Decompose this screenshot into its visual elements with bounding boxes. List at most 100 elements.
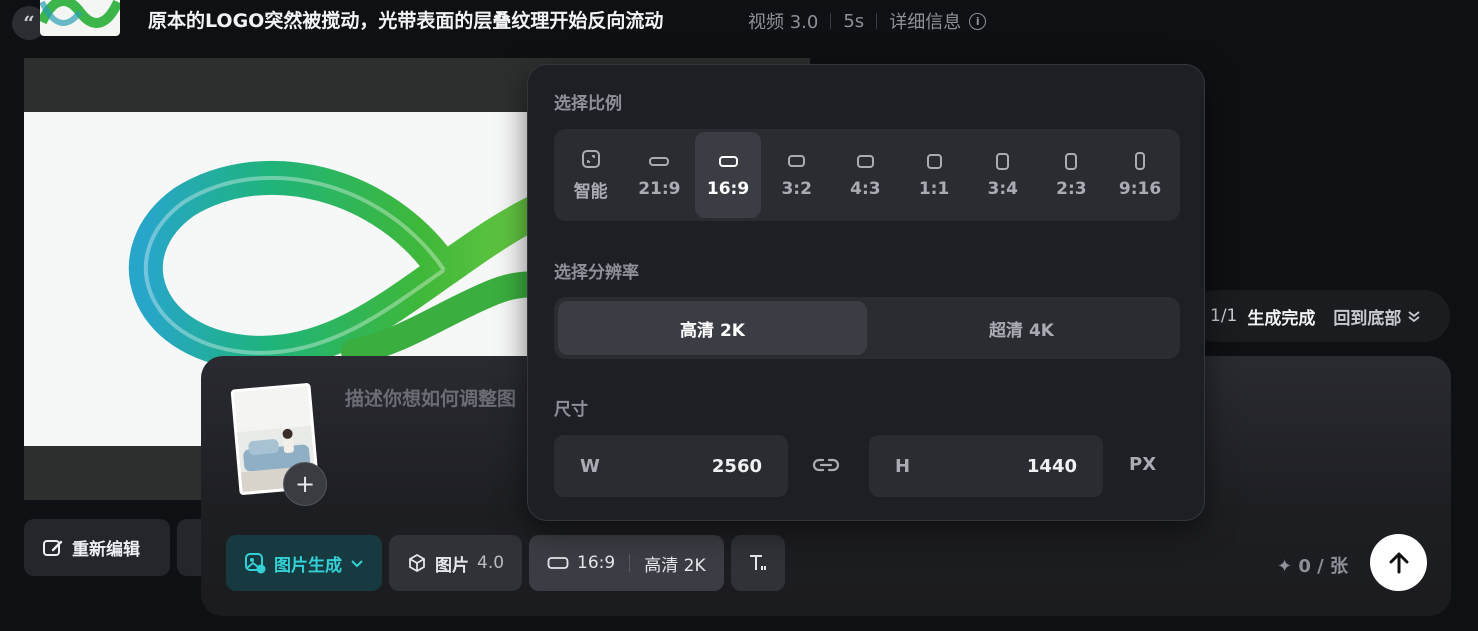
submit-button[interactable] [1370,534,1427,591]
ratio-icon-wrap [581,149,601,169]
resolution-options: 高清 2K 超清 4K [554,297,1180,359]
reedit-button[interactable]: 重新编辑 [24,519,170,576]
ratio-option-3-2[interactable]: 3:2 [764,132,829,218]
height-value: 1440 [1026,455,1077,477]
ratio-option-9-16[interactable]: 9:16 [1107,132,1172,218]
ratio-icon-wrap [926,151,942,171]
ratio-shape-icon [996,152,1010,170]
add-glyph: + [294,470,316,498]
details-label: 详细信息 [889,12,962,33]
resolution-label: 高清 2K [680,320,745,341]
mode-label: 图片生成 [274,555,342,576]
smart-ratio-icon [581,149,600,168]
ratio-shape-icon [856,154,874,168]
ratio-icon-wrap [1065,151,1078,171]
chevron-down-icon [351,560,363,568]
height-field[interactable]: H 1440 [869,435,1103,497]
ratio-icon [547,557,569,569]
size-section-title: 尺寸 [554,400,588,420]
status-count: 1/1 [1210,306,1238,326]
ratio-shape-icon [718,155,738,167]
header-meta: 视频 3.0 5s 详细信息 i [748,8,987,34]
ratio-label: 4:3 [850,179,881,199]
info-icon: i [969,12,987,30]
ratio-label: 3:2 [781,179,812,199]
ratio-option-2-3[interactable]: 2:3 [1039,132,1104,218]
cube-icon [409,553,425,573]
text-style-button[interactable] [730,535,785,591]
ratio-label: 9:16 [1118,179,1162,199]
ratio-icon-wrap [788,151,806,171]
ratio-section-title: 选择比例 [554,94,622,114]
resolution-option-4k[interactable]: 超清 4K [867,301,1176,355]
ratio-shape-icon [649,156,670,166]
ratio-value: 16:9 [577,553,616,573]
ratio-icon-wrap [718,151,738,171]
app-root: “ 原本的LOGO突然被搅动，光带表面的层叠纹理开始反向流动 视频 3.0 5s… [0,0,1478,631]
details-link[interactable]: 详细信息 i [889,8,987,34]
ratio-option-4-3[interactable]: 4:3 [833,132,898,218]
resolution-value: 高清 2K [644,555,706,576]
size-inputs: W 2560 H 1440 PX [554,435,1180,497]
model-select-button[interactable]: 图片 4.0 [389,535,523,591]
model-tag: 视频 3.0 [748,12,819,33]
quote-glyph: “ [23,11,35,35]
resolution-section-title: 选择分辨率 [554,263,639,283]
thumbnail-logo-image [40,0,120,28]
duration-tag: 5s [843,10,865,32]
credits-counter: ✦ 0 / 张 [1277,556,1348,577]
ratio-option-16-9[interactable]: 16:9 [695,132,761,218]
ratio-option-smart[interactable]: 智能 [558,132,623,218]
ratio-resolution-button[interactable]: 16:9 高清 2K [529,535,724,591]
height-label: H [895,455,911,477]
double-chevron-down-icon [1408,311,1420,323]
ratio-resolution-popover: 选择比例 智能 21:9 16:9 3:2 4:3 1:1 3:4 2:3 9:16 选择分辨率… [527,64,1205,521]
text-format-icon [749,555,766,570]
add-reference-button[interactable]: + [283,462,327,506]
model-name: 图片 [435,555,469,576]
mode-select-button[interactable]: 图片生成 [226,535,382,591]
composer-toolbar: 图片生成 图片 4.0 16:9 高清 2K [226,535,785,591]
page-title: 原本的LOGO突然被搅动，光带表面的层叠纹理开始反向流动 [148,10,664,32]
resolution-option-2k[interactable]: 高清 2K [558,301,867,355]
ratio-label: 1:1 [918,179,950,199]
ratio-icon-wrap [996,151,1010,171]
ratio-option-21-9[interactable]: 21:9 [627,132,692,218]
header: “ 原本的LOGO突然被搅动，光带表面的层叠纹理开始反向流动 视频 3.0 5s… [0,0,1478,40]
ratio-option-1-1[interactable]: 1:1 [901,132,966,218]
divider [876,13,878,29]
header-thumbnail[interactable] [40,0,120,36]
ratio-icon-wrap [649,151,670,171]
ratio-shape-icon [1135,152,1146,170]
back-to-bottom-button[interactable]: 回到底部 [1333,304,1421,329]
ratio-options: 智能 21:9 16:9 3:2 4:3 1:1 3:4 2:3 9:16 [554,129,1180,221]
generation-status-pill: 1/1 生成完成 回到底部 [1190,290,1450,342]
ratio-shape-icon [926,153,942,169]
ratio-label: 21:9 [638,179,681,199]
ratio-label: 智能 [573,181,608,202]
ratio-shape-icon [1065,152,1078,170]
width-value: 2560 [711,455,762,477]
ratio-icon-wrap [856,151,874,171]
ratio-icon-wrap [1135,151,1146,171]
ratio-option-3-4[interactable]: 3:4 [970,132,1035,218]
width-field[interactable]: W 2560 [554,435,788,497]
status-state: 生成完成 [1247,308,1316,329]
image-generate-icon [245,553,266,574]
reedit-label: 重新编辑 [72,540,140,560]
ratio-shape-icon [788,155,806,167]
ratio-label: 2:3 [1056,179,1087,199]
width-label: W [580,455,600,477]
arrow-up-icon [1389,552,1408,573]
divider [629,554,631,572]
edit-icon [43,539,63,556]
link-icon[interactable] [811,453,841,477]
ratio-label: 3:4 [987,179,1018,199]
model-version: 4.0 [477,553,505,573]
back-to-bottom-label: 回到底部 [1333,308,1402,329]
size-unit: PX [1129,454,1157,475]
divider [830,13,832,29]
prompt-input[interactable]: 描述你想如何调整图 [345,384,516,411]
resolution-label: 超清 4K [989,320,1054,341]
ratio-label: 16:9 [706,179,750,199]
